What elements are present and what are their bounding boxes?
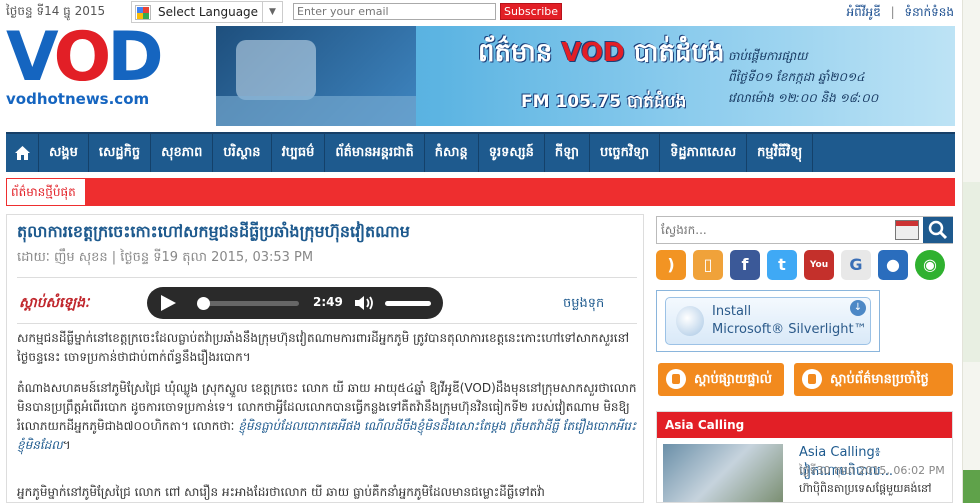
play-icon[interactable] <box>161 295 176 311</box>
asia-calling-item-text: ហ៊ាប៉ិពិនតាប្រទេសផ្តែមួយគង់នៅ <box>799 482 932 495</box>
search-button[interactable] <box>923 217 953 243</box>
language-select-label: Select Language <box>158 5 259 19</box>
contact-link[interactable]: ទំនាក់ទំនង <box>904 5 954 19</box>
nav-item-international[interactable]: ព័ត៌មានអន្តរជាតិ <box>325 134 425 172</box>
progress-handle[interactable] <box>197 297 210 310</box>
myspace-icon[interactable]: ● <box>878 250 908 280</box>
chevron-down-icon[interactable]: ▼ <box>262 2 282 22</box>
asia-calling-header: Asia Calling <box>657 412 952 438</box>
silverlight-widget: Install Microsoft® Silverlight™ ↓ <box>656 290 880 352</box>
banner-schedule: ចាប់ផ្តើមការផ្សាយ ពីថ្ងៃទី០១ ខែកក្កដា ឆ្… <box>728 46 878 109</box>
banner-title-left: ព័ត៌មាន <box>478 38 553 68</box>
nav-item-special[interactable]: ទិដ្ឋភាពសេស <box>660 134 748 172</box>
banner-title: ព័ត៌មាន VOD បាត់ដំបង <box>478 36 725 74</box>
logo-letter-v: V <box>6 18 57 97</box>
nav-item-health[interactable]: សុខភាព <box>151 134 214 172</box>
microphone-icon <box>236 40 316 100</box>
nav-item-technology[interactable]: បច្ចេកវិទ្យា <box>590 134 661 172</box>
home-button[interactable] <box>6 134 39 172</box>
schedule-line-1: ចាប់ផ្តើមការផ្សាយ <box>728 49 808 63</box>
download-arrow-icon: ↓ <box>850 300 866 316</box>
nav-item-tv[interactable]: ទូរទស្សន៍ <box>479 134 545 172</box>
asia-calling-thumbnail[interactable] <box>663 444 783 502</box>
breaking-news-label: ព័ត៌មានថ្មីបំផុត <box>6 178 86 206</box>
nav-item-entertainment[interactable]: កំសាន្ត <box>425 134 479 172</box>
nav-item-culture[interactable]: វប្បធម៌ <box>272 134 326 172</box>
player-time: 2:49 <box>313 295 343 309</box>
main-nav: សង្គម សេដ្ឋកិច្ច សុខភាព បរិស្ថាន វប្បធម៌… <box>6 132 955 172</box>
nav-item-environment[interactable]: បរិស្ថាន <box>213 134 272 172</box>
about-link[interactable]: អំពីវីអូឌី <box>847 5 881 19</box>
radio-icon <box>666 369 686 389</box>
radio-banner[interactable]: ព័ត៌មាន VOD បាត់ដំបង FM 105.75 បាត់ដំបង … <box>216 26 955 126</box>
calendar-icon[interactable] <box>895 220 919 240</box>
rss-icon[interactable]: ) <box>656 250 686 280</box>
edge-panel <box>963 182 980 362</box>
article-paragraph-3: អ្នកភូមិម្នាក់នៅភូមិស្រែជ្រៃ លោក ពៅ សារឿ… <box>17 485 545 499</box>
logo-letter-o: O <box>53 18 111 97</box>
schedule-line-2: ពីថ្ងៃទី០១ ខែកក្កដា ឆ្នាំ២០១៤ <box>728 70 865 84</box>
site-logo[interactable]: VOD vodhotnews.com <box>6 18 206 116</box>
silverlight-line-1: Install <box>712 304 752 319</box>
audio-player: 2:49 <box>147 287 443 319</box>
schedule-line-3: វេលាម៉ោង ១២:០០ និង ១៨:០០ <box>728 91 879 105</box>
youtube-icon[interactable]: You <box>804 250 834 280</box>
listen-daily-label: ស្តាប់ព័ត៌មានប្រចាំថ្ងៃ <box>830 372 929 387</box>
asia-calling-widget: Asia Calling Asia Calling៖ វៀតណាមពិបាល..… <box>656 411 953 503</box>
breaking-news-bar: ព័ត៌មានថ្មីបំផុត <box>6 178 955 206</box>
link-divider: | <box>890 5 895 19</box>
article: តុលាការខេត្តក្រចេះកោះហៅសកម្មជនដីធ្លីប្រឆ… <box>6 214 644 503</box>
studio-desk <box>216 96 416 126</box>
volume-icon[interactable] <box>354 295 376 311</box>
listen-label: ស្តាប់សំឡេងៈ <box>19 295 90 311</box>
download-link[interactable]: ចម្លងទុក <box>563 295 604 314</box>
banner-frequency: FM 105.75 បាត់ដំបង <box>521 92 687 112</box>
volume-slider[interactable] <box>385 301 431 306</box>
search-box <box>656 216 953 244</box>
silverlight-line-2: Microsoft® Silverlight™ <box>712 322 867 337</box>
top-links: អំពីវីអូឌី | ទំនាក់ទំនង <box>841 4 955 22</box>
banner-title-brand: VOD <box>561 38 625 68</box>
asia-calling-item-date: ថ្ងៃទី30 តុលា 2015, 06:02 PM <box>799 464 945 477</box>
progress-track[interactable] <box>199 301 299 306</box>
paragraph-2-end: ។ <box>62 438 71 452</box>
article-paragraph-1: សកម្មជនដីធ្លីម្នាក់នៅខេត្តក្រចេះដែលធ្លាប… <box>17 331 630 364</box>
nav-list: សង្គម សេដ្ឋកិច្ច សុខភាព បរិស្ថាន វប្បធម៌… <box>39 134 814 172</box>
home-icon <box>15 146 30 160</box>
nav-item-society[interactable]: សង្គម <box>39 134 89 172</box>
nav-item-radio[interactable]: កម្មវិធីវិទ្យុ <box>747 134 814 172</box>
radio-icon <box>802 369 822 389</box>
mobile-icon[interactable]: ▯ <box>693 250 723 280</box>
search-icon <box>928 220 948 240</box>
divider <box>17 277 637 278</box>
twitter-icon[interactable]: t <box>767 250 797 280</box>
logo-letter-d: D <box>107 18 163 97</box>
listen-live-label: ស្តាប់ផ្សាយផ្ទាល់ <box>694 372 772 387</box>
logo-mark: VOD <box>6 18 164 97</box>
search-input[interactable] <box>657 217 893 243</box>
article-title: តុលាការខេត្តក្រចេះកោះហៅសកម្មជនដីធ្លីប្រឆ… <box>17 222 410 241</box>
right-edge-background <box>962 0 980 503</box>
divider <box>17 323 637 324</box>
nav-item-sports[interactable]: កីឡា <box>545 134 591 172</box>
banner-title-right: បាត់ដំបង <box>633 38 725 68</box>
google-icon[interactable]: G <box>841 250 871 280</box>
silverlight-icon <box>676 306 704 336</box>
logo-site-name: vodhotnews.com <box>6 90 150 108</box>
email-input[interactable] <box>293 3 496 20</box>
facebook-icon[interactable]: f <box>730 250 760 280</box>
install-silverlight-button[interactable]: Install Microsoft® Silverlight™ ↓ <box>665 297 871 345</box>
line-icon[interactable]: ◉ <box>915 250 945 280</box>
edge-panel <box>963 470 980 503</box>
article-byline: ដោយៈ ញឹម សុខន | ថ្ងៃចន្ទ ទី19 តុលា 2015,… <box>17 250 314 265</box>
nav-item-economy[interactable]: សេដ្ឋកិច្ច <box>89 134 152 172</box>
studio-image <box>216 26 416 126</box>
article-paragraph-2: តំណាងសហគមន៍នៅភូមិស្រែជ្រៃ ឃុំឈ្លូង ស្រុក… <box>17 379 637 455</box>
listen-daily-button[interactable]: ស្តាប់ព័ត៌មានប្រចាំថ្ងៃ <box>794 363 953 396</box>
listen-live-button[interactable]: ស្តាប់ផ្សាយផ្ទាល់ <box>658 363 784 396</box>
social-icons: ) ▯ f t You G ● ◉ <box>656 250 953 284</box>
subscribe-button[interactable]: Subscribe <box>500 3 562 20</box>
